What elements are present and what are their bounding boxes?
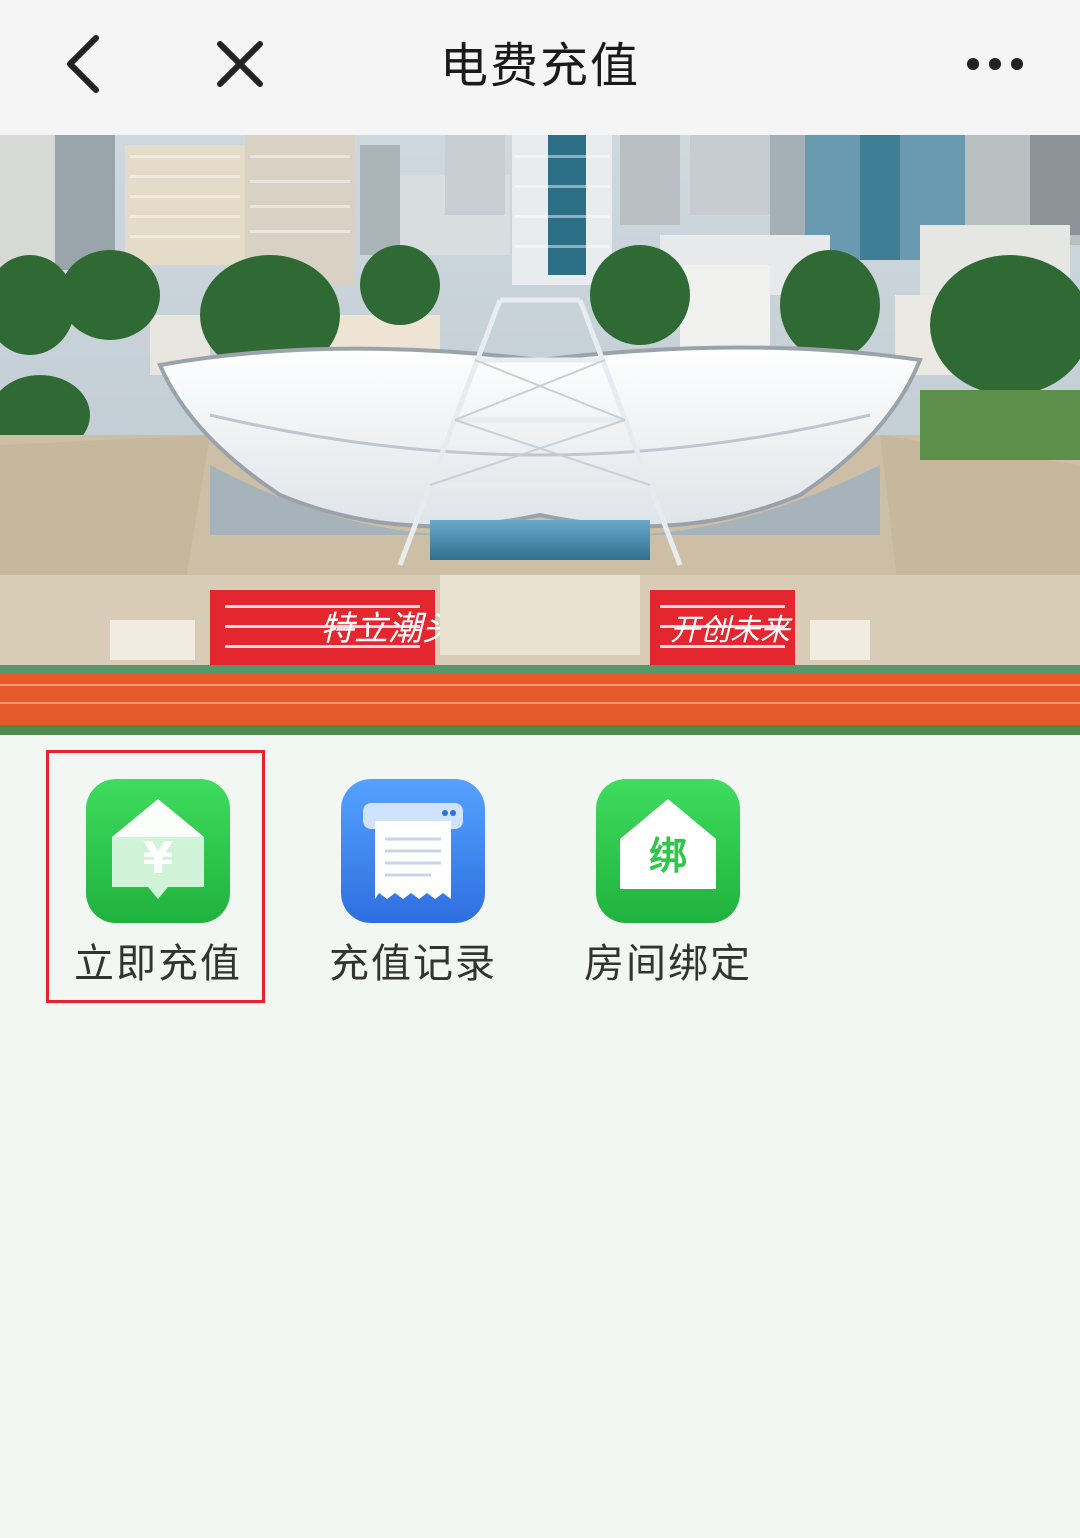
selection-highlight — [46, 750, 265, 1003]
banner-sign-right: 开创未来 — [670, 613, 793, 648]
room-binding-button[interactable]: 绑 房间绑定 — [558, 775, 778, 1031]
top-bar: 电费充值 — [0, 0, 1080, 135]
banner-image: 特立潮头 开创未来 — [0, 135, 1080, 735]
more-horizontal-icon — [967, 58, 1023, 70]
room-binding-label: 房间绑定 — [584, 941, 752, 987]
bind-badge: 绑 — [649, 834, 687, 878]
recharge-records-button[interactable]: 充值记录 — [303, 775, 523, 1031]
banner-sign-left: 特立潮头 — [320, 609, 458, 649]
page-title: 电费充值 — [439, 38, 640, 94]
more-button[interactable] — [960, 32, 1030, 96]
receipt-printer-icon — [341, 779, 485, 923]
stadium-photo: 特立潮头 开创未来 — [0, 135, 1080, 735]
recharge-records-label: 充值记录 — [329, 941, 497, 987]
house-bind-icon: 绑 — [596, 779, 740, 923]
